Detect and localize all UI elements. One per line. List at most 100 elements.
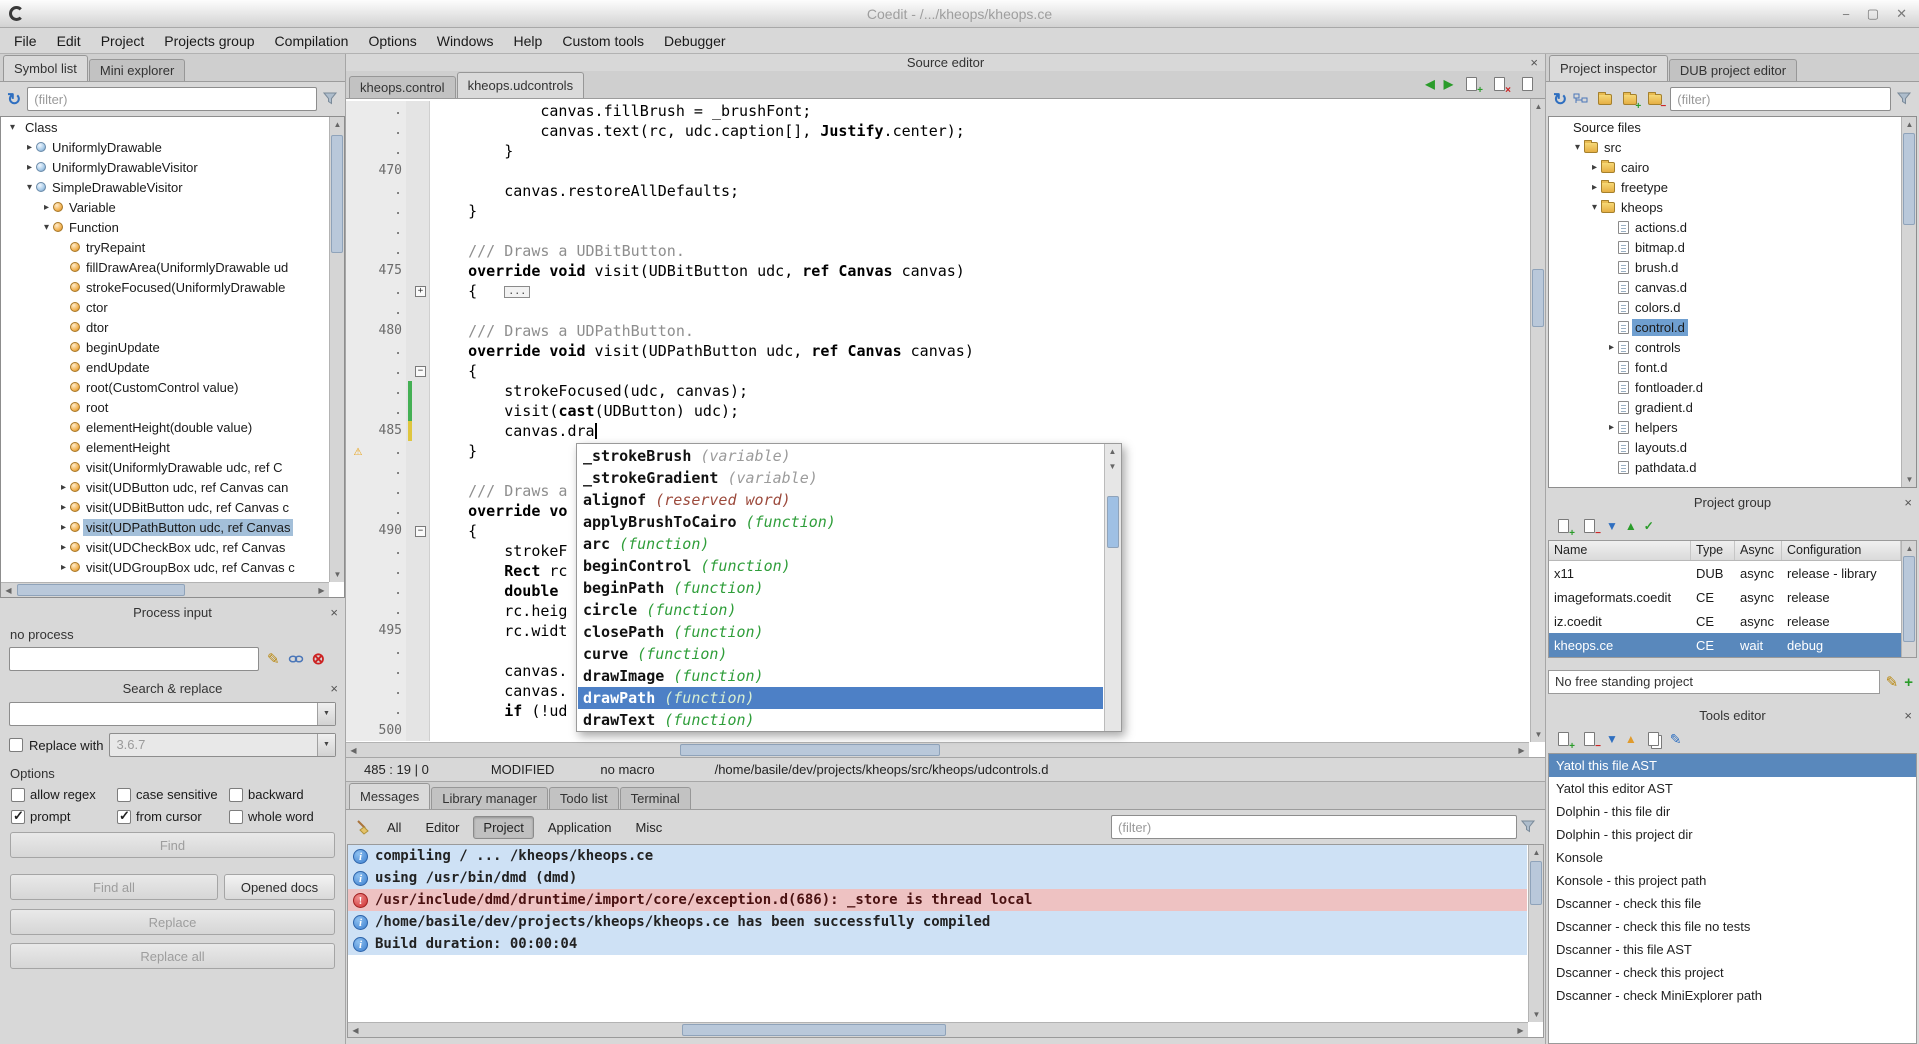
from-cursor-checkbox[interactable]: [117, 810, 131, 824]
code-line[interactable]: .: [346, 301, 1529, 321]
detach-doc-icon[interactable]: [1518, 74, 1537, 93]
completion-item[interactable]: arc(function): [578, 533, 1103, 555]
symbol-tree-item[interactable]: ▸visit(UDCheckBox udc, ref Canvas: [1, 537, 344, 557]
move-tool-down-icon[interactable]: ▼: [1606, 732, 1618, 746]
scroll-thumb[interactable]: [682, 1024, 946, 1036]
symbol-tree-item[interactable]: strokeFocused(UniformlyDrawable: [1, 277, 344, 297]
expand-icon[interactable]: ▸: [1605, 342, 1618, 353]
symbol-tree-item[interactable]: ▾Function: [1, 217, 344, 237]
code-line[interactable]: 480 /// Draws a UDPathButton.: [346, 321, 1529, 341]
completion-item[interactable]: closePath(function): [578, 621, 1103, 643]
scroll-right-icon[interactable]: ▶: [314, 583, 329, 598]
allow-regex-checkbox[interactable]: [11, 788, 25, 802]
prompt-checkbox[interactable]: [11, 810, 25, 824]
menu-windows[interactable]: Windows: [427, 28, 504, 54]
replace-dropdown-icon[interactable]: ▼: [317, 734, 335, 756]
fold-collapse-icon[interactable]: −: [415, 366, 426, 377]
message-row[interactable]: i/home/basile/dev/projects/kheops/kheops…: [348, 911, 1527, 933]
code-line[interactable]: . /// Draws a UDBitButton.: [346, 241, 1529, 261]
menu-debugger[interactable]: Debugger: [654, 28, 736, 54]
find-all-button[interactable]: Find all: [10, 874, 218, 900]
source-file-item[interactable]: canvas.d: [1549, 277, 1916, 297]
tool-item[interactable]: Dscanner - check this file no tests: [1549, 915, 1916, 938]
symbol-tree-item[interactable]: elementHeight(double value): [1, 417, 344, 437]
completion-scrollbar[interactable]: ▲ ▼: [1104, 444, 1121, 731]
source-file-item[interactable]: colors.d: [1549, 297, 1916, 317]
filter-all-button[interactable]: All: [377, 816, 411, 839]
scroll-thumb[interactable]: [1107, 496, 1119, 548]
expand-icon[interactable]: ▸: [57, 482, 70, 493]
filter-misc-button[interactable]: Misc: [626, 816, 673, 839]
fold-expand-icon[interactable]: +: [415, 286, 426, 297]
scroll-down-icon[interactable]: ▼: [1105, 459, 1120, 474]
source-file-item[interactable]: pathdata.d: [1549, 457, 1916, 477]
symbol-tree-item[interactable]: tryRepaint: [1, 237, 344, 257]
next-editor-icon[interactable]: ▶: [1444, 77, 1453, 91]
code-editor[interactable]: . canvas.fillBrush = _brushFont;. canvas…: [346, 99, 1545, 758]
scroll-right-icon[interactable]: ▶: [1513, 1023, 1528, 1038]
expand-icon[interactable]: ▸: [57, 542, 70, 553]
replace-with-checkbox[interactable]: [9, 738, 23, 752]
remove-project-icon[interactable]: −: [1580, 517, 1599, 536]
message-row[interactable]: icompiling / ... /kheops/kheops.ce: [348, 845, 1527, 867]
symbol-tree-item[interactable]: elementHeight: [1, 437, 344, 457]
code-line[interactable]: . strokeFocused(udc, canvas);: [346, 381, 1529, 401]
refresh-symbols-icon[interactable]: ↻: [7, 91, 21, 108]
scroll-thumb[interactable]: [680, 744, 940, 756]
expand-icon[interactable]: ▸: [1588, 182, 1601, 193]
project-row[interactable]: iz.coeditCEasyncrelease: [1549, 609, 1901, 633]
completion-item[interactable]: beginControl(function): [578, 555, 1103, 577]
search-dropdown-icon[interactable]: ▼: [317, 703, 335, 725]
close-project-group-icon[interactable]: ×: [1904, 494, 1912, 512]
symbol-tree-item[interactable]: ▸visit(UDBitButton udc, ref Canvas c: [1, 497, 344, 517]
symbol-tree-item[interactable]: ▸UniformlyDrawableVisitor: [1, 157, 344, 177]
project-group-vscrollbar[interactable]: ▲ ▼: [1901, 541, 1916, 657]
replace-button[interactable]: Replace: [10, 909, 335, 935]
scroll-up-icon[interactable]: ▲: [1902, 541, 1917, 556]
send-input-icon[interactable]: ✎: [267, 650, 280, 668]
whole-word-checkbox[interactable]: [229, 810, 243, 824]
scroll-down-icon[interactable]: ▼: [1531, 727, 1545, 742]
scroll-thumb[interactable]: [1903, 133, 1915, 225]
project-row[interactable]: kheops.ceCEwaitdebug: [1549, 633, 1901, 657]
tab-library-manager[interactable]: Library manager: [431, 787, 548, 809]
source-file-item[interactable]: brush.d: [1549, 257, 1916, 277]
symbol-tree-item[interactable]: ▾SimpleDrawableVisitor: [1, 177, 344, 197]
completion-item[interactable]: drawImage(function): [578, 665, 1103, 687]
menu-edit[interactable]: Edit: [47, 28, 91, 54]
search-input[interactable]: ▼: [9, 702, 336, 726]
expand-icon[interactable]: ▸: [57, 562, 70, 573]
symbol-tree-item[interactable]: ▸UniformlyDrawable: [1, 137, 344, 157]
source-file-item[interactable]: Source files: [1549, 117, 1916, 137]
edit-tool-icon[interactable]: ✎: [1670, 731, 1682, 748]
tool-item[interactable]: Dscanner - this file AST: [1549, 938, 1916, 961]
scroll-thumb[interactable]: [1532, 269, 1544, 327]
scroll-thumb[interactable]: [17, 584, 185, 596]
tool-item[interactable]: Dscanner - check this file: [1549, 892, 1916, 915]
symbol-tree-item[interactable]: fillDrawArea(UniformlyDrawable ud: [1, 257, 344, 277]
move-project-up-icon[interactable]: ▲: [1625, 519, 1637, 533]
clear-messages-icon[interactable]: [355, 819, 373, 835]
completion-item[interactable]: curve(function): [578, 643, 1103, 665]
remove-folder-icon[interactable]: −: [1645, 90, 1664, 109]
symbol-tree-hscrollbar[interactable]: ◀ ▶: [1, 582, 329, 597]
symbol-tree-item[interactable]: ▾Class: [1, 117, 344, 137]
symbol-tree-item[interactable]: endUpdate: [1, 357, 344, 377]
async-mode-icon[interactable]: ✓: [1644, 519, 1654, 533]
editor-hscrollbar[interactable]: ◀ ▶: [346, 742, 1529, 757]
messages-vscrollbar[interactable]: ▲ ▼: [1528, 845, 1543, 1022]
code-line[interactable]: . canvas.fillBrush = _brushFont;: [346, 101, 1529, 121]
backward-checkbox[interactable]: [229, 788, 243, 802]
scroll-up-icon[interactable]: ▲: [1105, 444, 1120, 459]
scroll-up-icon[interactable]: ▲: [1902, 117, 1917, 132]
find-button[interactable]: Find: [10, 832, 335, 858]
tool-item[interactable]: Konsole - this project path: [1549, 869, 1916, 892]
menu-options[interactable]: Options: [358, 28, 426, 54]
symbol-tree-item[interactable]: root: [1, 397, 344, 417]
filter-project-button[interactable]: Project: [473, 816, 533, 839]
tab-symbol-list[interactable]: Symbol list: [3, 55, 88, 81]
code-line[interactable]: 470: [346, 161, 1529, 181]
scroll-up-icon[interactable]: ▲: [1529, 845, 1544, 860]
collapse-icon[interactable]: ▾: [40, 222, 53, 233]
code-line[interactable]: .+ { ...: [346, 281, 1529, 301]
